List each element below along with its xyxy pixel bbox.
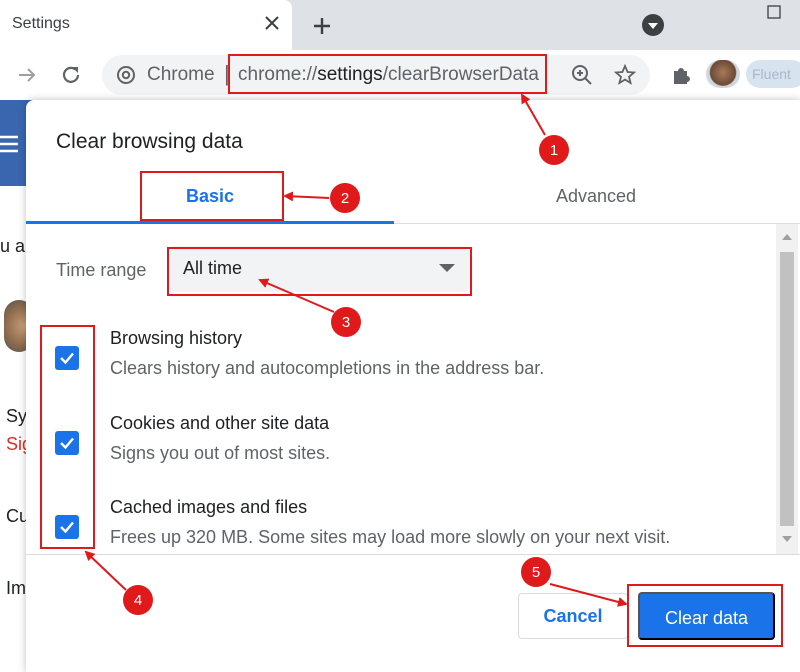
option-title: Browsing history	[110, 328, 243, 348]
forward-icon[interactable]	[14, 62, 40, 88]
url-path: /clearBrowserData	[382, 64, 539, 85]
extensions-icon[interactable]	[668, 62, 694, 88]
option-title: Cookies and other site data	[110, 413, 330, 433]
zoom-icon[interactable]	[570, 63, 594, 87]
dialog-footer: Cancel Clear data	[26, 554, 800, 672]
time-range-value: All time	[183, 258, 243, 278]
menu-icon[interactable]	[0, 134, 18, 154]
tab-basic-label: Basic	[185, 186, 235, 206]
tab-advanced-label: Advanced	[555, 186, 637, 206]
option-description: Signs you out of most sites.	[110, 443, 331, 463]
dialog-title: Clear browsing data	[56, 130, 243, 153]
tab-settings[interactable]: Settings	[0, 0, 292, 50]
scrollbar-thumb[interactable]	[780, 252, 794, 526]
scroll-down-arrow-icon[interactable]	[782, 536, 792, 542]
scrollbar[interactable]	[776, 224, 798, 554]
chrome-logo-icon	[117, 66, 135, 84]
option-cookies: Cookies and other site data Signs you ou…	[26, 413, 776, 493]
bg-fragment: Sy	[6, 406, 28, 426]
reload-icon[interactable]	[58, 62, 84, 88]
option-description: Clears history and autocompletions in th…	[110, 358, 545, 378]
new-tab-icon[interactable]	[308, 12, 336, 40]
time-range-label: Time range	[56, 260, 147, 280]
tab-search-icon[interactable]	[640, 12, 666, 38]
site-chip-label: Chrome	[147, 64, 215, 85]
bookmark-star-icon[interactable]	[613, 63, 637, 87]
checkmark-icon	[60, 437, 74, 450]
omnibox-separator: |	[224, 61, 230, 86]
tab-title: Settings	[12, 15, 70, 32]
browsing-history-checkbox[interactable]	[55, 346, 79, 370]
option-title: Cached images and files	[110, 497, 308, 517]
cookies-checkbox[interactable]	[55, 431, 79, 455]
tab-strip: Settings	[0, 0, 800, 50]
clear-data-button[interactable]: Clear data	[638, 592, 775, 640]
dialog-tabs: Basic Advanced	[26, 174, 800, 224]
profile-chip[interactable]: Fluent	[746, 60, 800, 88]
url-text[interactable]: chrome://settings/clearBrowserData	[238, 64, 539, 86]
url-scheme: chrome://	[238, 64, 318, 85]
option-description: Frees up 320 MB. Some sites may load mor…	[110, 527, 671, 547]
time-range-select[interactable]: All time	[169, 246, 469, 292]
url-host: settings	[317, 64, 383, 85]
cached-images-checkbox[interactable]	[55, 515, 79, 539]
tab-advanced[interactable]: Advanced	[412, 174, 780, 224]
dropdown-arrow-icon	[439, 264, 455, 272]
bg-fragment: Im	[6, 578, 26, 598]
maximize-icon[interactable]	[766, 4, 782, 20]
checkmark-icon	[60, 521, 74, 534]
avatar[interactable]	[706, 60, 740, 88]
scroll-up-arrow-icon[interactable]	[782, 234, 792, 240]
close-icon[interactable]	[262, 13, 282, 33]
cancel-button[interactable]: Cancel	[518, 593, 628, 639]
bg-fragment: u a	[0, 236, 26, 256]
checkmark-icon	[60, 352, 74, 365]
option-browsing-history: Browsing history Clears history and auto…	[26, 328, 776, 408]
clear-browsing-data-dialog: Clear browsing data Basic Advanced Time …	[26, 100, 800, 672]
tab-basic[interactable]: Basic	[26, 174, 394, 224]
dialog-content: Time range All time Browsing history Cle…	[26, 224, 800, 554]
